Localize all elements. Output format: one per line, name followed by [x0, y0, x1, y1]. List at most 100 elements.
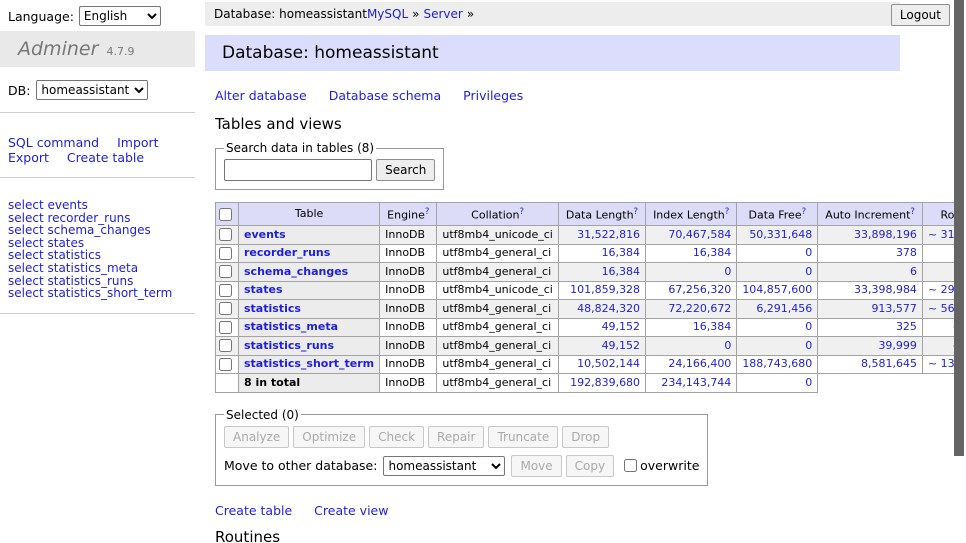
engine-value: InnoDB: [380, 244, 437, 263]
data-free-value[interactable]: 104,857,600: [737, 281, 818, 300]
index-length-value[interactable]: 0: [646, 337, 737, 356]
scrollbar[interactable]: [954, 0, 966, 543]
index-length-value[interactable]: 67,256,320: [646, 281, 737, 300]
breadcrumb-link[interactable]: MySQL: [367, 7, 408, 21]
help-link[interactable]: ?: [520, 207, 525, 217]
search-button[interactable]: Search: [376, 159, 435, 181]
database-action-link[interactable]: Privileges: [463, 88, 523, 103]
data-length-value[interactable]: 48,824,320: [558, 300, 645, 319]
table-name-link[interactable]: statistics_short_term: [47, 286, 172, 300]
row-checkbox[interactable]: [219, 228, 232, 241]
table-link[interactable]: statistics_short_term: [244, 357, 374, 370]
table-link[interactable]: events: [244, 228, 286, 241]
move-copy-button[interactable]: Copy: [566, 455, 614, 477]
create-link[interactable]: Create table: [215, 503, 292, 518]
row-checkbox[interactable]: [219, 321, 232, 334]
db-label: DB:: [8, 83, 30, 98]
data-free-value[interactable]: 0: [737, 337, 818, 356]
selected-action-button[interactable]: Repair: [428, 426, 484, 448]
auto-increment-value[interactable]: 913,577: [818, 300, 923, 319]
select-link[interactable]: select: [8, 286, 44, 300]
help-link[interactable]: ?: [634, 207, 639, 217]
data-free-value[interactable]: 0: [737, 318, 818, 337]
selected-action-button[interactable]: Truncate: [488, 426, 558, 448]
index-length-value[interactable]: 72,220,672: [646, 300, 737, 319]
data-length-value[interactable]: 31,522,816: [558, 226, 645, 245]
help-link[interactable]: ?: [910, 207, 915, 217]
selected-action-button[interactable]: Optimize: [293, 426, 365, 448]
database-links: Alter database Database schema Privileges: [215, 88, 900, 103]
row-checkbox[interactable]: [219, 247, 232, 260]
sidebar-action-link[interactable]: Create table: [67, 150, 144, 165]
data-length-value[interactable]: 101,859,328: [558, 281, 645, 300]
index-length-value[interactable]: 0: [646, 263, 737, 282]
sidebar-action-link[interactable]: SQL command: [8, 135, 99, 150]
move-copy-button[interactable]: Move: [511, 455, 561, 477]
page-title: Database: homeassistant: [205, 35, 900, 71]
db-select[interactable]: homeassistant: [36, 80, 148, 100]
help-link[interactable]: ?: [425, 207, 430, 217]
column-header: Auto Increment?: [818, 203, 923, 226]
index-length-value[interactable]: 24,166,400: [646, 355, 737, 374]
table-row: statistics_meta InnoDB utf8mb4_general_c…: [216, 318, 966, 337]
data-length-value[interactable]: 16,384: [558, 263, 645, 282]
create-link[interactable]: Create view: [314, 503, 388, 518]
row-checkbox[interactable]: [219, 358, 232, 371]
search-input[interactable]: [224, 159, 372, 181]
data-free-value[interactable]: 0: [737, 263, 818, 282]
table-link[interactable]: statistics_runs: [244, 339, 334, 352]
selected-action-button[interactable]: Analyze: [224, 426, 289, 448]
sidebar: Language: English Adminer 4.7.9 DB: home…: [0, 0, 195, 543]
data-free-value[interactable]: 50,331,648: [737, 226, 818, 245]
data-length-value[interactable]: 49,152: [558, 318, 645, 337]
select-all-checkbox[interactable]: [219, 208, 232, 221]
column-header: Collation?: [437, 203, 558, 226]
selected-action-button[interactable]: Drop: [562, 426, 609, 448]
auto-increment-value[interactable]: 39,999: [818, 337, 923, 356]
column-header: Table: [239, 203, 380, 226]
engine-value: InnoDB: [380, 226, 437, 245]
logout-button[interactable]: Logout: [891, 4, 950, 26]
table-link[interactable]: recorder_runs: [244, 246, 330, 259]
row-checkbox[interactable]: [219, 339, 232, 352]
auto-increment-value[interactable]: 6: [818, 263, 923, 282]
row-checkbox[interactable]: [219, 284, 232, 297]
table-link[interactable]: statistics_meta: [244, 320, 338, 333]
index-length-value[interactable]: 16,384: [646, 318, 737, 337]
database-action-link[interactable]: Alter database: [215, 88, 307, 103]
row-checkbox[interactable]: [219, 265, 232, 278]
auto-increment-value[interactable]: 8,581,645: [818, 355, 923, 374]
auto-increment-value[interactable]: 33,398,984: [818, 281, 923, 300]
data-length-value[interactable]: 16,384: [558, 244, 645, 263]
breadcrumb-link[interactable]: Server: [424, 7, 463, 21]
app-name[interactable]: Adminer: [18, 38, 98, 60]
auto-increment-value[interactable]: 33,898,196: [818, 226, 923, 245]
help-link[interactable]: ?: [802, 207, 807, 217]
table-link[interactable]: states: [244, 283, 283, 296]
column-header: Data Free?: [737, 203, 818, 226]
data-free-value[interactable]: 6,291,456: [737, 300, 818, 319]
table-link[interactable]: statistics: [244, 302, 301, 315]
row-checkbox[interactable]: [219, 302, 232, 315]
auto-increment-value[interactable]: 325: [818, 318, 923, 337]
data-free-value[interactable]: 188,743,680: [737, 355, 818, 374]
sidebar-action-link[interactable]: Export: [8, 150, 49, 165]
overwrite-checkbox[interactable]: [624, 459, 637, 472]
index-length-value[interactable]: 16,384: [646, 244, 737, 263]
database-action-link[interactable]: Database schema: [329, 88, 441, 103]
index-length-value[interactable]: 70,467,584: [646, 226, 737, 245]
auto-increment-value[interactable]: 378: [818, 244, 923, 263]
collation-value: utf8mb4_unicode_ci: [437, 226, 558, 245]
table-link[interactable]: schema_changes: [244, 265, 348, 278]
help-link[interactable]: ?: [725, 207, 730, 217]
language-select[interactable]: English: [79, 6, 161, 26]
sidebar-action-link[interactable]: Import: [117, 135, 159, 150]
move-db-select[interactable]: homeassistant: [383, 456, 505, 476]
tables-overview: TableEngine?Collation?Data Length?Index …: [215, 202, 966, 393]
data-length-value[interactable]: 49,152: [558, 337, 645, 356]
collation-value: utf8mb4_general_ci: [437, 337, 558, 356]
selected-action-button[interactable]: Check: [369, 426, 424, 448]
scrollbar-thumb[interactable]: [954, 0, 964, 456]
data-length-value[interactable]: 10,502,144: [558, 355, 645, 374]
data-free-value[interactable]: 0: [737, 244, 818, 263]
